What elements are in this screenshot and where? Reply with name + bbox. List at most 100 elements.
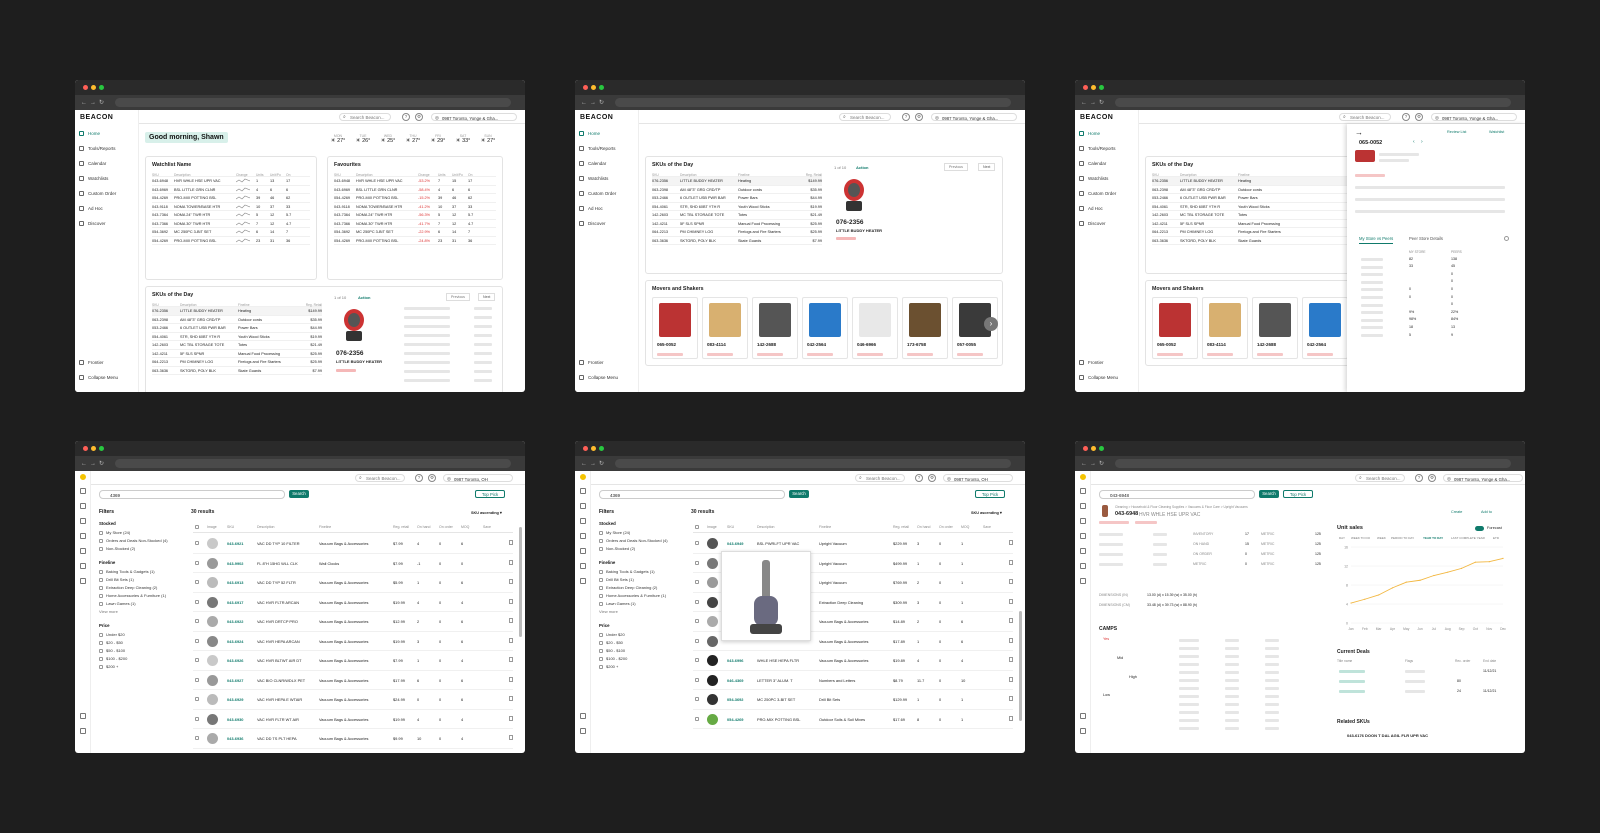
search-button[interactable]: Search xyxy=(789,490,809,498)
filter-option[interactable]: Non-Stocked (2) xyxy=(99,546,135,551)
compass-icon[interactable] xyxy=(80,578,86,584)
save-icon[interactable] xyxy=(509,735,513,740)
help-icon[interactable]: ? xyxy=(902,113,910,121)
filter-option[interactable]: $100 - $200 xyxy=(99,656,127,661)
filter-option[interactable]: Home Accessories & Furniture (1) xyxy=(99,593,166,598)
forecast-toggle[interactable] xyxy=(1475,526,1484,531)
table-row[interactable]: 043-6948 HVR WHLE HSE UPR VAC 1 13 17 xyxy=(152,177,310,186)
row-checkbox[interactable] xyxy=(695,560,699,565)
table-row[interactable]: 043-7364 NOMA 24" TWR HTR 5 12 5.7 xyxy=(152,211,310,220)
checkbox[interactable] xyxy=(599,578,603,582)
checkbox[interactable] xyxy=(599,531,603,535)
sort-dropdown[interactable]: SKU ascending ▾ xyxy=(971,510,1002,515)
carousel-next-button[interactable]: › xyxy=(984,317,998,331)
gear-icon[interactable]: ⚙ xyxy=(1415,113,1423,121)
next-sku-icon[interactable]: › xyxy=(1421,139,1423,145)
frontier-icon[interactable] xyxy=(1080,713,1086,719)
filter-option[interactable]: Under $20 xyxy=(99,632,125,637)
chart-icon[interactable] xyxy=(1080,563,1086,569)
filter-option[interactable]: Baking Tools & Gadgets (1) xyxy=(99,569,155,574)
checkbox[interactable] xyxy=(99,641,103,645)
minimize-dot[interactable] xyxy=(1091,446,1096,451)
store-selector[interactable]: 0987 Toronto, Yonge & Gha... xyxy=(431,113,517,121)
query-input[interactable]: 4369 xyxy=(99,490,285,499)
minimize-dot[interactable] xyxy=(91,446,96,451)
row-checkbox[interactable] xyxy=(195,677,199,682)
result-row[interactable]: 043-6996 WHLE HSE HEPA FLTR Vacuum Bags & … xyxy=(693,651,1013,671)
table-row[interactable]: 043-7364 NOMA 24" TWR HTR -56.3% 5 12 5.7 xyxy=(334,211,496,220)
table-row[interactable]: 064-2213 PM CHIMNEY LOG Firelogs and Fire … xyxy=(152,358,322,367)
browser-nav-icons[interactable]: ←→↻ xyxy=(581,99,607,106)
minimize-dot[interactable] xyxy=(591,85,596,90)
checkbox[interactable] xyxy=(99,594,103,598)
period-tab[interactable]: PERIOD TO DAY xyxy=(1391,536,1414,540)
checkbox[interactable] xyxy=(99,633,103,637)
filter-option[interactable]: $100 - $200 xyxy=(599,656,627,661)
filter-option[interactable]: $200 + xyxy=(599,664,618,669)
url-field[interactable] xyxy=(115,459,511,468)
row-checkbox[interactable] xyxy=(195,638,199,643)
save-icon[interactable] xyxy=(509,559,513,565)
store-selector[interactable]: 0987 Toronto, OH xyxy=(943,474,1013,482)
table-row[interactable]: 063-3636 SKTGRD, POLY BLK Skate Guards $7.9… xyxy=(652,237,822,245)
close-dot[interactable] xyxy=(1083,446,1088,451)
sku-link[interactable]: 043-9902 xyxy=(227,561,243,566)
result-row[interactable]: 043-6929 VAC HVR HEPA E WTAIR Vacuum Bags … xyxy=(193,690,513,710)
nav-collapse-menu[interactable]: Collapse Menu xyxy=(579,375,618,380)
nav-collapse-menu[interactable]: Collapse Menu xyxy=(1079,375,1118,380)
view-more-link[interactable]: View more xyxy=(599,609,618,614)
filter-option[interactable]: My Store (24) xyxy=(99,530,130,535)
nav-calendar[interactable]: Calendar xyxy=(1079,161,1106,166)
maximize-dot[interactable] xyxy=(1099,446,1104,451)
url-field[interactable] xyxy=(615,98,1011,107)
search-button[interactable]: Search xyxy=(289,490,309,498)
home-icon[interactable] xyxy=(580,488,586,494)
row-checkbox[interactable] xyxy=(695,677,699,682)
filter-option[interactable]: My Store (24) xyxy=(599,530,630,535)
save-icon[interactable] xyxy=(509,637,513,643)
filter-option[interactable]: Lawn Games (1) xyxy=(599,601,636,606)
list-icon[interactable] xyxy=(580,533,586,539)
top-pick-button[interactable]: Top Pick xyxy=(975,490,1005,498)
prev-sku-icon[interactable]: ‹ xyxy=(1413,139,1415,145)
report-icon[interactable] xyxy=(580,503,586,509)
checkbox[interactable] xyxy=(599,570,603,574)
sku-link[interactable]: 046-4369 xyxy=(727,678,743,683)
table-row[interactable]: 063-3636 SKTGRD, POLY BLK Skate Guards $7.9… xyxy=(152,367,322,375)
nav-home[interactable]: Home xyxy=(1079,131,1100,136)
chart-icon[interactable] xyxy=(580,563,586,569)
table-row[interactable]: 054-4269 PRO-MIX POTTING BSL 23 31 36 xyxy=(152,237,310,245)
browser-nav-icons[interactable]: ←→↻ xyxy=(81,99,107,106)
beacon-mark-icon[interactable] xyxy=(80,474,86,480)
mover-card[interactable]: 065-0052 xyxy=(1152,297,1198,359)
table-row[interactable]: 142-2603 MC TBL STORAGE TOTE Totes $21.49 xyxy=(652,211,822,220)
mover-card[interactable]: 083-4114 xyxy=(702,297,748,359)
review-list-button[interactable]: Review List xyxy=(1447,130,1466,134)
nav-discover[interactable]: Discover xyxy=(579,221,606,226)
scrollbar[interactable] xyxy=(1019,611,1022,721)
result-row[interactable]: 043-6917 VAC HVR FLTR ARCAN Vacuum Bags & … xyxy=(193,593,513,612)
compass-icon[interactable] xyxy=(580,578,586,584)
row-checkbox[interactable] xyxy=(195,560,199,565)
table-row[interactable]: 142-4211 5F SLS SPNR Manual Food Processin… xyxy=(652,220,822,228)
nav-home[interactable]: Home xyxy=(579,131,600,136)
help-icon[interactable]: ? xyxy=(415,474,423,482)
checkbox[interactable] xyxy=(599,594,603,598)
maximize-dot[interactable] xyxy=(99,85,104,90)
row-checkbox[interactable] xyxy=(195,658,199,662)
filter-option[interactable]: Under $20 xyxy=(599,632,625,637)
close-dot[interactable] xyxy=(1083,85,1088,90)
maximize-dot[interactable] xyxy=(1099,85,1104,90)
close-dot[interactable] xyxy=(583,446,588,451)
gear-icon[interactable]: ⚙ xyxy=(928,474,936,482)
table-row[interactable]: 053-2466 6 OUTLET USB PWR BAR Power Bars $4… xyxy=(652,194,822,203)
search-input[interactable]: Search Beacon... xyxy=(1355,474,1405,482)
minimize-dot[interactable] xyxy=(591,446,596,451)
filter-option[interactable]: $50 - $100 xyxy=(99,648,125,653)
filter-option[interactable]: Baking Tools & Gadgets (1) xyxy=(599,569,655,574)
filter-option[interactable]: Extraction Deep Cleaning (2) xyxy=(99,585,157,590)
checkbox[interactable] xyxy=(599,547,603,551)
nav-watchlists[interactable]: Watchlists xyxy=(1079,176,1108,181)
table-row[interactable]: 053-2466 6 OUTLET USB PWR BAR Power Bars $4… xyxy=(152,324,322,333)
store-selector[interactable]: 0987 Toronto, OH xyxy=(443,474,513,482)
